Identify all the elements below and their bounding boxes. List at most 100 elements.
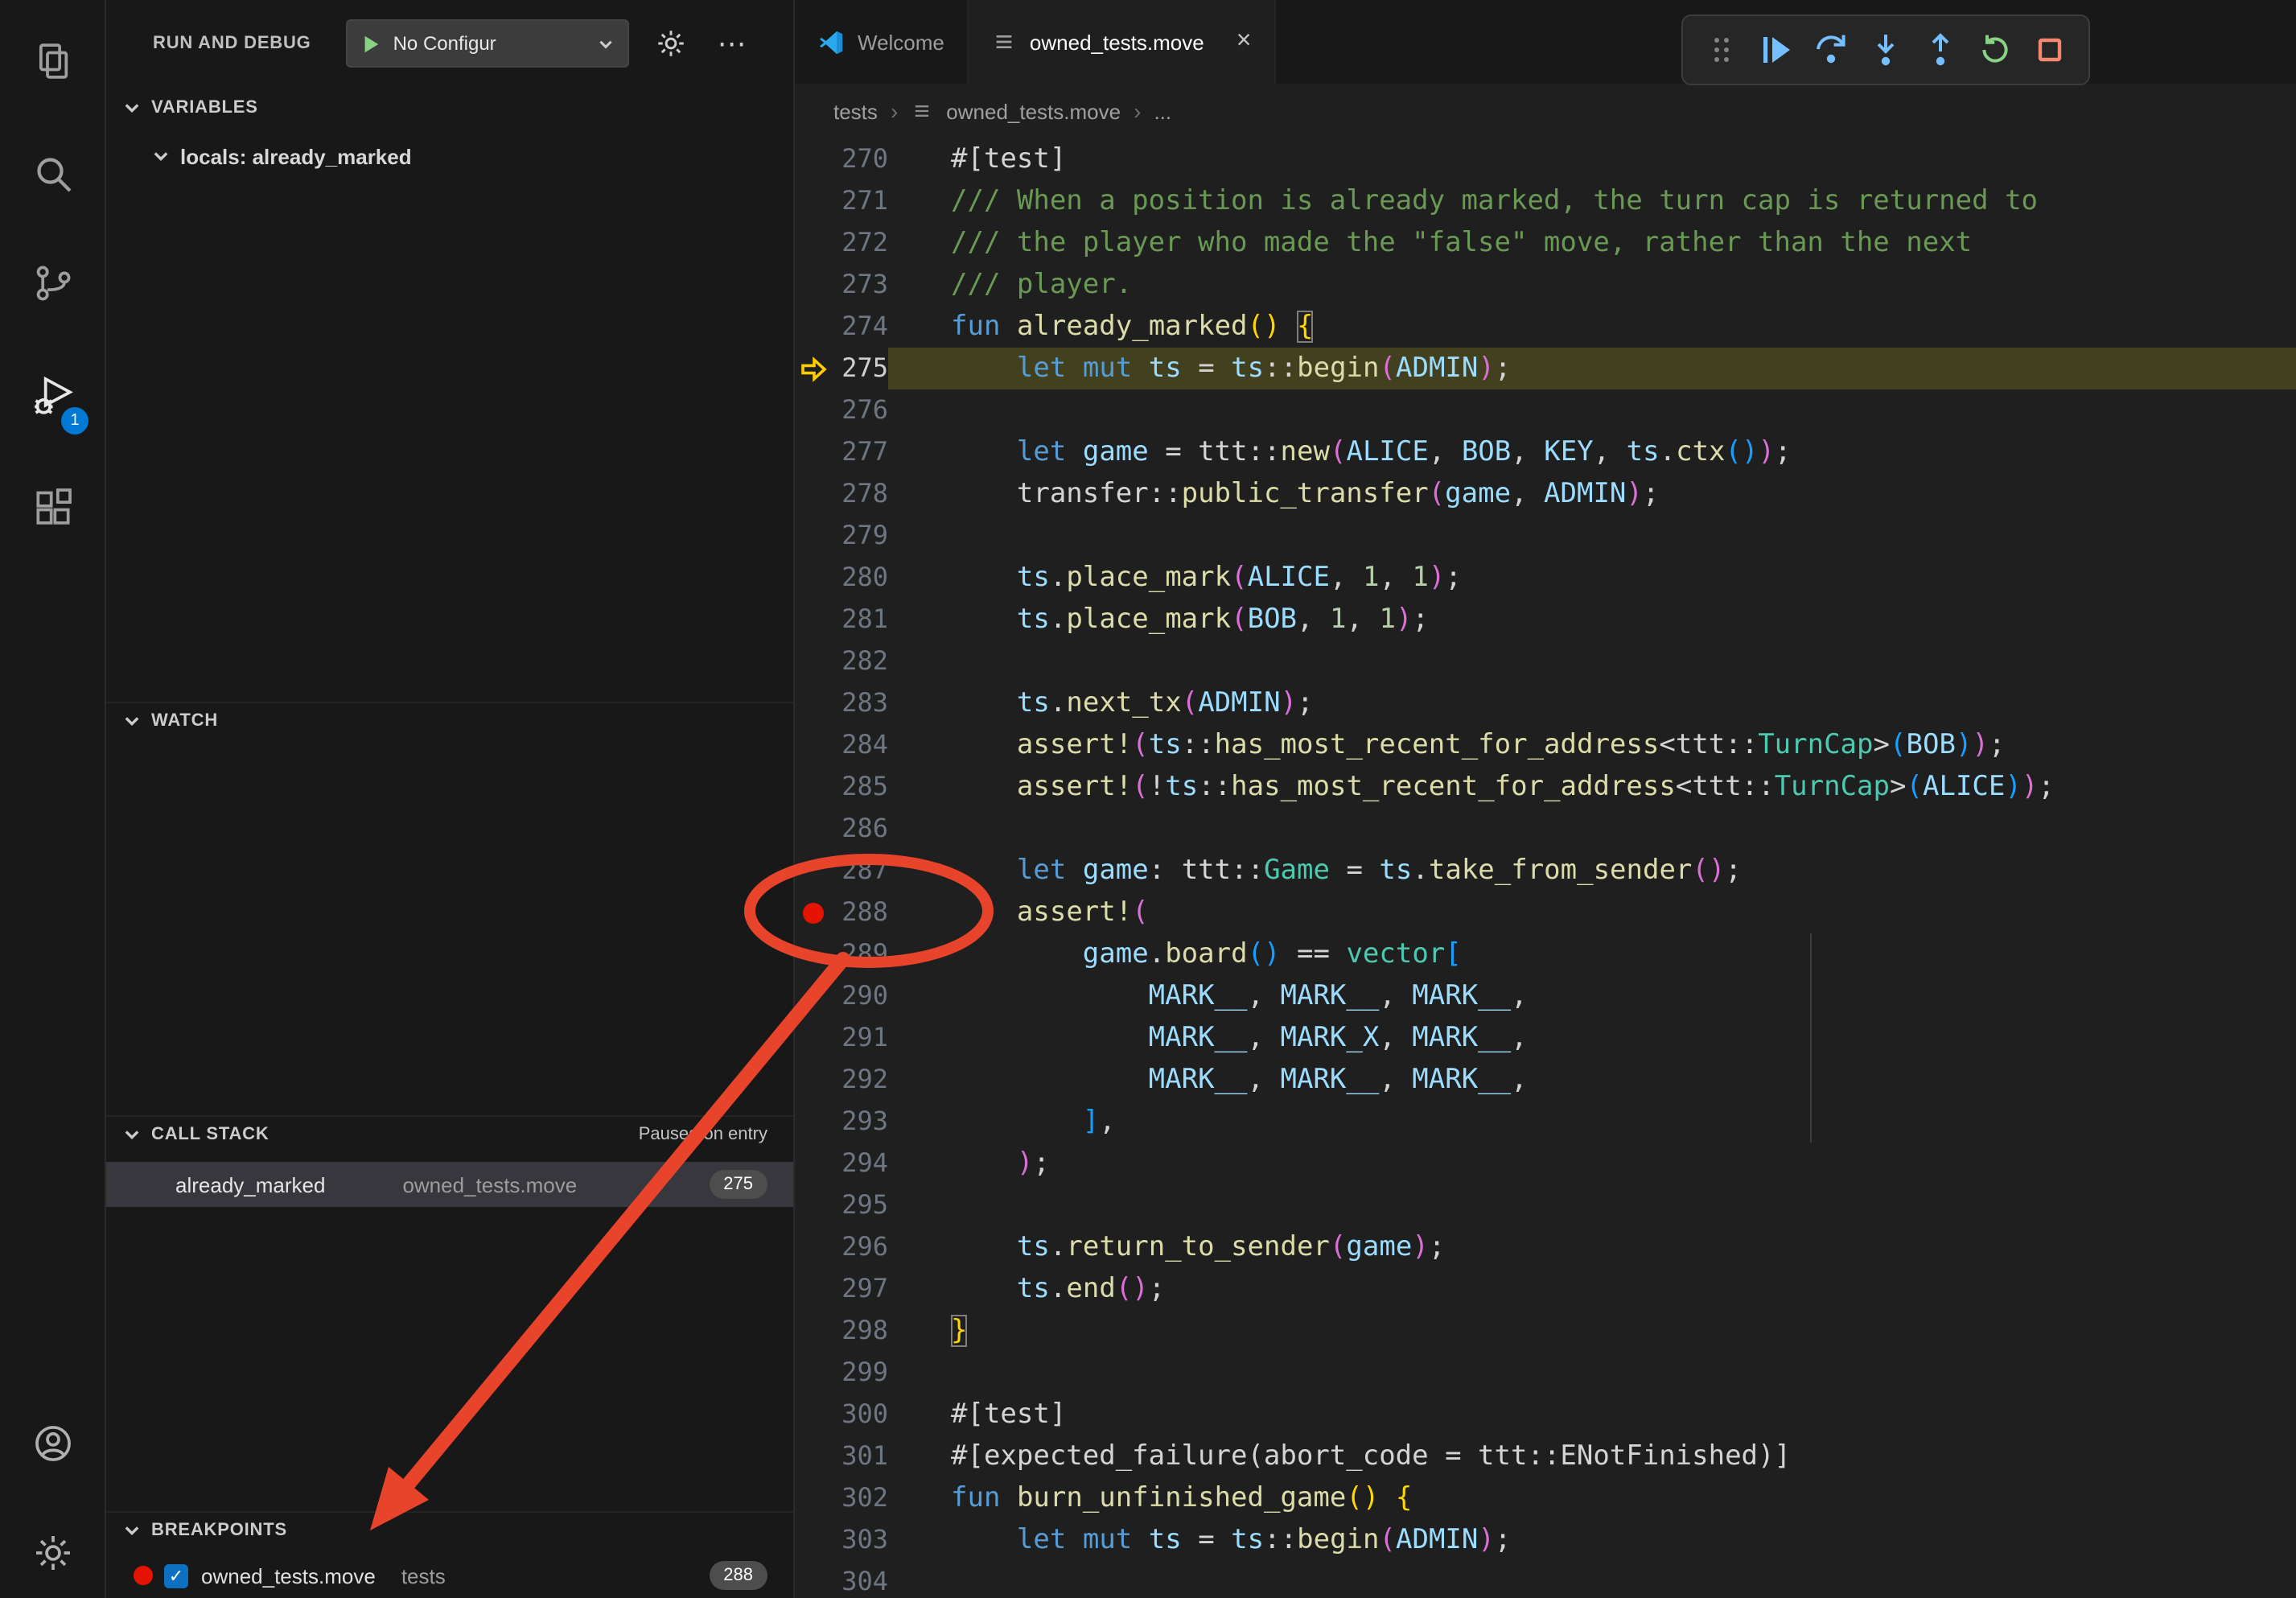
close-icon[interactable]: × bbox=[1236, 29, 1252, 55]
code-text[interactable]: MARK__, MARK__, MARK__, bbox=[888, 975, 2296, 1017]
code-text[interactable]: game.board() == vector[ bbox=[888, 933, 2296, 975]
gutter[interactable] bbox=[795, 431, 830, 473]
code-text[interactable]: assert!(ts::has_most_recent_for_address<… bbox=[888, 724, 2296, 766]
gutter[interactable] bbox=[795, 1310, 830, 1352]
variables-scope-row[interactable]: locals: already_marked bbox=[106, 135, 793, 177]
gutter[interactable] bbox=[795, 1268, 830, 1310]
code-text[interactable] bbox=[888, 1561, 2296, 1598]
code-text[interactable]: let game = ttt::new(ALICE, BOB, KEY, ts.… bbox=[888, 431, 2296, 473]
code-text[interactable]: ts.next_tx(ADMIN); bbox=[888, 682, 2296, 724]
code-text[interactable]: assert!( bbox=[888, 892, 2296, 933]
code-line-281[interactable]: 281 ts.place_mark(BOB, 1, 1); bbox=[795, 599, 2296, 640]
code-line-285[interactable]: 285 assert!(!ts::has_most_recent_for_add… bbox=[795, 766, 2296, 808]
gutter[interactable] bbox=[795, 1101, 830, 1143]
stop-button[interactable] bbox=[2027, 27, 2072, 72]
code-line-283[interactable]: 283 ts.next_tx(ADMIN); bbox=[795, 682, 2296, 724]
gutter[interactable] bbox=[795, 933, 830, 975]
code-line-282[interactable]: 282 bbox=[795, 640, 2296, 682]
accounts-icon[interactable] bbox=[0, 1402, 105, 1485]
code-text[interactable]: ts.return_to_sender(game); bbox=[888, 1226, 2296, 1268]
gutter[interactable] bbox=[795, 1143, 830, 1184]
breadcrumb-item-tests[interactable]: tests bbox=[833, 99, 878, 123]
gutter[interactable] bbox=[795, 850, 830, 892]
code-text[interactable]: #[expected_failure(abort_code = ttt::ENo… bbox=[888, 1435, 2296, 1477]
search-icon[interactable] bbox=[0, 132, 105, 216]
breakpoint-dot[interactable] bbox=[802, 902, 823, 923]
gutter[interactable] bbox=[795, 1435, 830, 1477]
code-text[interactable]: /// When a position is already marked, t… bbox=[888, 180, 2296, 222]
code-text[interactable]: ], bbox=[888, 1101, 2296, 1143]
debug-config-dropdown[interactable]: No Configur bbox=[347, 19, 630, 68]
gutter[interactable] bbox=[795, 808, 830, 850]
code-line-291[interactable]: 291 MARK__, MARK_X, MARK__, bbox=[795, 1017, 2296, 1059]
gutter[interactable] bbox=[795, 975, 830, 1017]
code-area[interactable]: 270#[test]271/// When a position is alre… bbox=[795, 138, 2296, 1598]
code-text[interactable]: MARK__, MARK_X, MARK__, bbox=[888, 1017, 2296, 1059]
code-line-303[interactable]: 303 let mut ts = ts::begin(ADMIN); bbox=[795, 1519, 2296, 1561]
gutter[interactable] bbox=[795, 557, 830, 599]
extensions-icon[interactable] bbox=[0, 465, 105, 549]
gutter[interactable] bbox=[795, 1059, 830, 1101]
watch-section-header[interactable]: WATCH bbox=[106, 702, 793, 739]
code-text[interactable] bbox=[888, 389, 2296, 431]
settings-gear-icon[interactable] bbox=[0, 1511, 105, 1595]
gutter[interactable] bbox=[795, 1477, 830, 1519]
code-text[interactable] bbox=[888, 1352, 2296, 1394]
gutter[interactable] bbox=[795, 473, 830, 515]
gutter[interactable] bbox=[795, 1394, 830, 1435]
explorer-icon[interactable] bbox=[0, 19, 105, 103]
code-text[interactable]: fun burn_unfinished_game() { bbox=[888, 1477, 2296, 1519]
breadcrumb-item-file[interactable]: owned_tests.move bbox=[946, 99, 1121, 123]
gutter[interactable] bbox=[795, 1519, 830, 1561]
code-text[interactable]: MARK__, MARK__, MARK__, bbox=[888, 1059, 2296, 1101]
breadcrumb-item-more[interactable]: ... bbox=[1154, 99, 1171, 123]
gutter[interactable] bbox=[795, 180, 830, 222]
code-line-287[interactable]: 287 let game: ttt::Game = ts.take_from_s… bbox=[795, 850, 2296, 892]
breakpoint-enabled-checkbox[interactable] bbox=[164, 1563, 188, 1588]
source-control-icon[interactable] bbox=[0, 241, 105, 325]
code-line-278[interactable]: 278 transfer::public_transfer(game, ADMI… bbox=[795, 473, 2296, 515]
code-line-276[interactable]: 276 bbox=[795, 389, 2296, 431]
code-line-297[interactable]: 297 ts.end(); bbox=[795, 1268, 2296, 1310]
restart-button[interactable] bbox=[1973, 27, 2018, 72]
code-line-288[interactable]: 288 assert!( bbox=[795, 892, 2296, 933]
code-text[interactable]: /// player. bbox=[888, 264, 2296, 306]
code-line-304[interactable]: 304 bbox=[795, 1561, 2296, 1598]
code-line-299[interactable]: 299 bbox=[795, 1352, 2296, 1394]
call-stack-section-header[interactable]: CALL STACK Paused on entry bbox=[106, 1115, 793, 1152]
code-line-295[interactable]: 295 bbox=[795, 1184, 2296, 1226]
step-over-button[interactable] bbox=[1808, 27, 1854, 72]
breakpoint-list-item[interactable]: owned_tests.move tests 288 bbox=[106, 1555, 793, 1596]
code-line-284[interactable]: 284 assert!(ts::has_most_recent_for_addr… bbox=[795, 724, 2296, 766]
code-text[interactable] bbox=[888, 640, 2296, 682]
code-line-289[interactable]: 289 game.board() == vector[ bbox=[795, 933, 2296, 975]
code-line-271[interactable]: 271/// When a position is already marked… bbox=[795, 180, 2296, 222]
code-line-274[interactable]: 274fun already_marked() { bbox=[795, 306, 2296, 348]
code-text[interactable]: assert!(!ts::has_most_recent_for_address… bbox=[888, 766, 2296, 808]
code-line-294[interactable]: 294 ); bbox=[795, 1143, 2296, 1184]
gutter[interactable] bbox=[795, 724, 830, 766]
gutter[interactable] bbox=[795, 1017, 830, 1059]
breadcrumb[interactable]: tests › owned_tests.move › ... bbox=[795, 84, 2296, 138]
code-text[interactable] bbox=[888, 808, 2296, 850]
breakpoints-section-header[interactable]: BREAKPOINTS bbox=[106, 1511, 793, 1548]
gutter[interactable] bbox=[795, 389, 830, 431]
code-line-277[interactable]: 277 let game = ttt::new(ALICE, BOB, KEY,… bbox=[795, 431, 2296, 473]
code-text[interactable]: let mut ts = ts::begin(ADMIN); bbox=[888, 348, 2296, 389]
code-line-273[interactable]: 273/// player. bbox=[795, 264, 2296, 306]
code-line-279[interactable]: 279 bbox=[795, 515, 2296, 557]
gutter[interactable] bbox=[795, 1226, 830, 1268]
code-line-280[interactable]: 280 ts.place_mark(ALICE, 1, 1); bbox=[795, 557, 2296, 599]
code-text[interactable]: ); bbox=[888, 1143, 2296, 1184]
gutter[interactable] bbox=[795, 306, 830, 348]
more-actions-icon[interactable]: ⋯ bbox=[714, 24, 752, 63]
code-line-272[interactable]: 272/// the player who made the "false" m… bbox=[795, 222, 2296, 264]
tab-welcome[interactable]: Welcome bbox=[795, 0, 969, 84]
code-text[interactable]: ts.place_mark(BOB, 1, 1); bbox=[888, 599, 2296, 640]
code-text[interactable]: /// the player who made the "false" move… bbox=[888, 222, 2296, 264]
gutter[interactable] bbox=[795, 1561, 830, 1598]
code-text[interactable] bbox=[888, 1184, 2296, 1226]
debug-settings-gear-icon[interactable] bbox=[652, 24, 691, 63]
code-line-270[interactable]: 270#[test] bbox=[795, 138, 2296, 180]
code-line-301[interactable]: 301#[expected_failure(abort_code = ttt::… bbox=[795, 1435, 2296, 1477]
